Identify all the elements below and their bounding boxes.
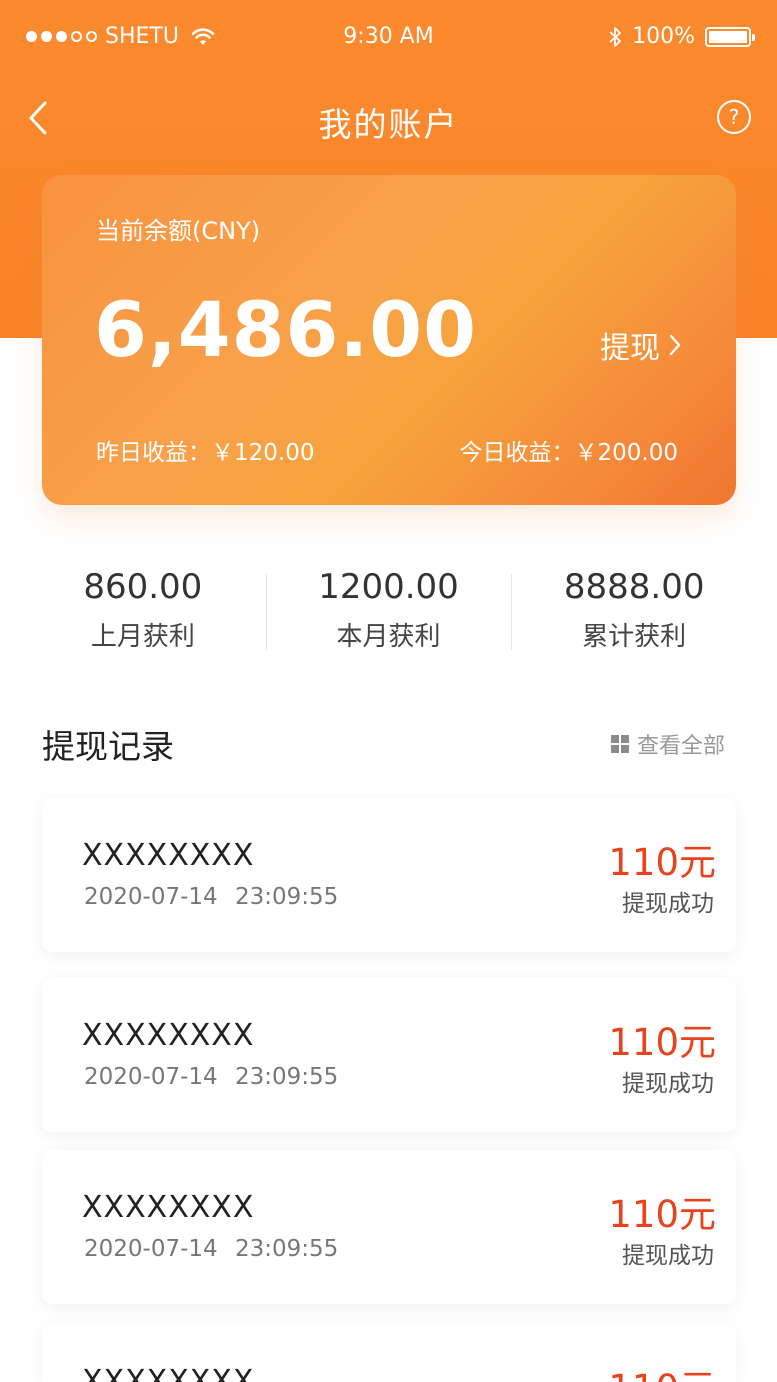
record-amount: 110元 xyxy=(608,841,716,884)
record-amount: 110元 xyxy=(608,1193,716,1236)
stat-total: 8888.00 累计获利 xyxy=(511,566,757,656)
stat-this-month: 1200.00 本月获利 xyxy=(265,566,512,656)
record-name: XXXXXXXX xyxy=(82,1190,255,1225)
record-time: 2020-07-14 23:09:55 xyxy=(84,1236,339,1262)
bluetooth-icon xyxy=(609,26,621,47)
section-title: 提现记录 xyxy=(42,727,174,766)
stat-value: 8888.00 xyxy=(563,567,705,607)
record-status: 提现成功 xyxy=(622,1243,714,1269)
chevron-right-icon xyxy=(669,334,681,356)
earnings-stats: 860.00 上月获利 1200.00 本月获利 8888.00 累计获利 xyxy=(20,566,757,656)
record-name: XXXXXXXX xyxy=(82,838,255,873)
balance-card: 当前余额(CNY) 6,486.00 提现 昨日收益：￥120.00 今日收益：… xyxy=(42,175,736,505)
view-all-button[interactable]: 查看全部 xyxy=(610,728,725,760)
record-time: 2020-07-14 23:09:55 xyxy=(84,1064,339,1090)
grid-icon xyxy=(610,735,629,753)
help-button[interactable]: ? xyxy=(717,100,751,134)
today-earnings: 今日收益：￥200.00 xyxy=(459,440,678,466)
stat-value: 1200.00 xyxy=(318,567,459,607)
record-name: XXXXXXXX xyxy=(82,1018,255,1053)
yesterday-earnings: 昨日收益：￥120.00 xyxy=(96,440,315,466)
stat-label: 累计获利 xyxy=(582,622,687,652)
withdraw-button[interactable]: 提现 xyxy=(600,323,682,367)
stat-last-month: 860.00 上月获利 xyxy=(20,566,266,656)
status-right: 100% xyxy=(608,24,755,49)
battery-percent: 100% xyxy=(632,24,695,49)
record-time: 2020-07-14 23:09:55 xyxy=(84,884,339,910)
status-bar: SHETU 9:30 AM 100% xyxy=(0,0,777,76)
record-card[interactable]: XXXXXXXX 110元 xyxy=(42,1324,736,1382)
battery-icon xyxy=(705,26,755,47)
nav-bar: 我的账户 ? xyxy=(0,82,777,154)
balance-amount: 6,486.00 xyxy=(94,285,478,374)
balance-label: 当前余额(CNY) xyxy=(96,217,261,245)
record-card[interactable]: XXXXXXXX 2020-07-14 23:09:55 110元 提现成功 xyxy=(42,798,736,952)
record-amount: 110元 xyxy=(608,1358,716,1382)
record-card[interactable]: XXXXXXXX 2020-07-14 23:09:55 110元 提现成功 xyxy=(42,978,736,1132)
stat-value: 860.00 xyxy=(83,567,203,607)
record-status: 提现成功 xyxy=(622,891,714,917)
page-title: 我的账户 xyxy=(318,105,459,144)
withdraw-label: 提现 xyxy=(600,331,660,366)
view-all-label: 查看全部 xyxy=(636,734,725,759)
record-status: 提现成功 xyxy=(622,1071,714,1097)
question-icon: ? xyxy=(728,105,740,129)
stat-label: 上月获利 xyxy=(90,622,195,652)
record-amount: 110元 xyxy=(608,1021,716,1064)
record-card[interactable]: XXXXXXXX 2020-07-14 23:09:55 110元 提现成功 xyxy=(42,1150,736,1304)
stat-label: 本月获利 xyxy=(336,622,441,652)
record-name: XXXXXXXX xyxy=(82,1364,255,1382)
